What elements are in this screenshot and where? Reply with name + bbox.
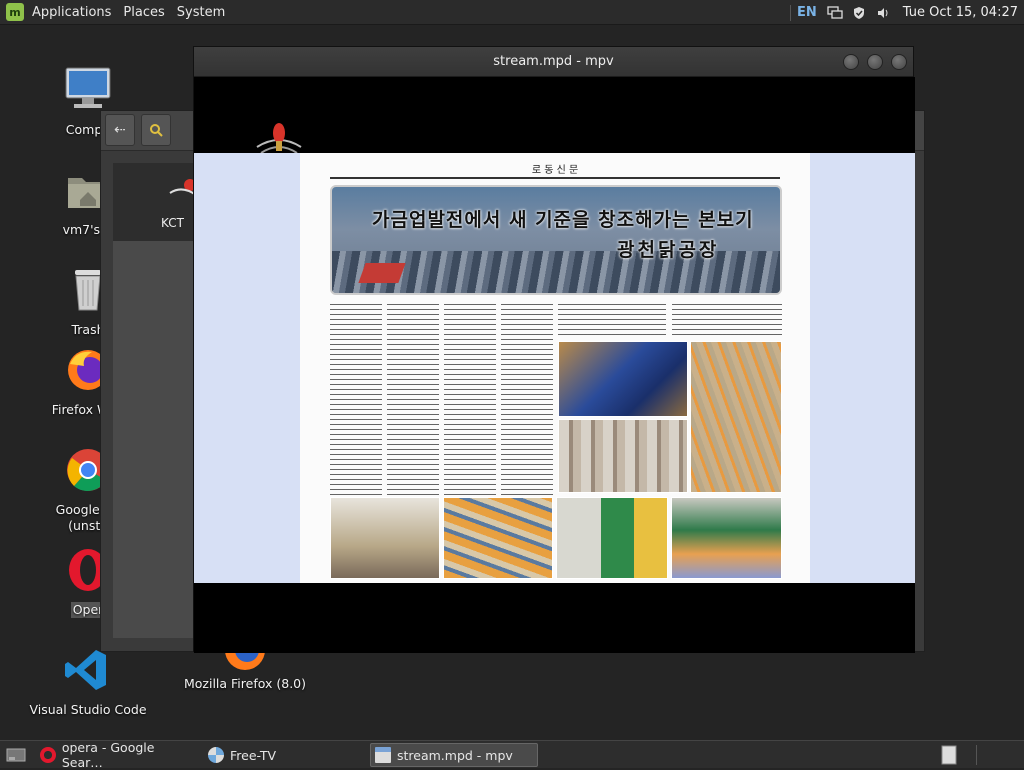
selected-item-label: KCT	[161, 216, 184, 230]
taskbar-separator	[976, 745, 977, 765]
selected-list-item[interactable]	[113, 163, 198, 241]
text-column	[558, 301, 666, 339]
photo-hatchery	[330, 497, 440, 579]
photo-egg-trays	[443, 497, 553, 579]
top-panel: m Applications Places System EN Tue Oct …	[0, 0, 1024, 25]
window-titlebar[interactable]: stream.mpd - mpv	[194, 47, 913, 77]
task-free-tv[interactable]: Free-TV	[204, 743, 364, 767]
headline-banner: 가금업발전에서 새 기준을 창조해가는 본보기 광천닭공장	[330, 185, 782, 295]
opera-icon	[40, 747, 56, 763]
close-button[interactable]	[891, 54, 907, 70]
photo-control-room	[558, 341, 688, 417]
places-menu[interactable]: Places	[117, 0, 170, 25]
vscode-icon	[62, 646, 114, 698]
text-column	[387, 301, 439, 496]
maximize-button[interactable]	[867, 54, 883, 70]
bottom-panel: opera - Google Sear… Free-TV stream.mpd …	[0, 740, 1024, 770]
tray-separator	[790, 4, 792, 21]
desktop-icon-vscode[interactable]: Visual Studio Code	[23, 646, 153, 718]
photo-market	[671, 497, 782, 579]
show-desktop-button[interactable]	[2, 743, 30, 767]
photo-chicken-cages	[558, 419, 688, 493]
system-menu[interactable]: System	[171, 0, 231, 25]
photo-workers	[556, 497, 668, 579]
window-title: stream.mpd - mpv	[493, 54, 614, 69]
task-mpv[interactable]: stream.mpd - mpv	[370, 743, 538, 767]
minimize-button[interactable]	[843, 54, 859, 70]
back-arrow-icon: ⇠	[114, 122, 126, 138]
desktop-icon-label: Visual Studio Code	[29, 702, 147, 717]
task-label: opera - Google Sear…	[61, 740, 155, 770]
mint-menu-icon[interactable]: m	[6, 3, 24, 21]
headline-line1: 가금업발전에서 새 기준을 창조해가는 본보기	[372, 209, 754, 231]
text-column	[444, 301, 496, 496]
text-column	[501, 301, 553, 496]
volume-icon[interactable]	[875, 6, 891, 20]
applications-menu[interactable]: Applications	[26, 0, 117, 25]
task-opera[interactable]: opera - Google Sear…	[36, 740, 198, 770]
network-icon[interactable]	[827, 5, 843, 20]
clock[interactable]: Tue Oct 15, 04:27	[903, 5, 1018, 20]
newspaper-masthead: 로 동 신 문	[330, 161, 780, 179]
text-column	[330, 301, 382, 496]
keyboard-layout-indicator[interactable]: EN	[797, 5, 817, 20]
task-label: stream.mpd - mpv	[397, 747, 513, 763]
photo-egg-conveyor	[690, 341, 782, 493]
mpv-window[interactable]: stream.mpd - mpv 로 동 신 문 가금업발전에서 새 기준을 창…	[193, 46, 915, 653]
workspace-icon	[941, 745, 957, 765]
shield-icon[interactable]	[851, 6, 867, 20]
free-tv-icon	[208, 747, 224, 763]
show-desktop-icon	[6, 748, 26, 762]
system-tray: EN Tue Oct 15, 04:27	[784, 0, 1024, 25]
back-button[interactable]: ⇠	[105, 114, 135, 146]
window-icon	[375, 747, 391, 763]
newspaper-page: 로 동 신 문 가금업발전에서 새 기준을 창조해가는 본보기 광천닭공장	[300, 153, 810, 583]
text-column	[672, 301, 782, 339]
desktop-icon-label: Mozilla Firefox (8.0)	[183, 676, 307, 691]
task-label: Free-TV	[230, 747, 277, 763]
headline-line2: 광천닭공장	[617, 239, 720, 261]
factory-photo-detail	[358, 263, 406, 283]
video-area[interactable]: 로 동 신 문 가금업발전에서 새 기준을 창조해가는 본보기 광천닭공장	[194, 77, 915, 653]
workspace-switcher[interactable]	[936, 743, 962, 767]
search-button[interactable]	[141, 114, 171, 146]
search-icon	[150, 124, 163, 137]
